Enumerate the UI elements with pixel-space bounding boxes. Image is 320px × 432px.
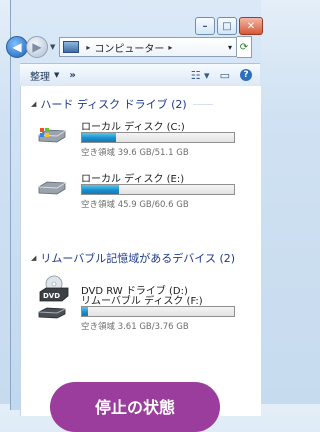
back-arrow-icon[interactable]: ◀ — [6, 36, 28, 58]
chevron-down-icon: ▼ — [54, 71, 60, 79]
removable-disk-icon — [38, 307, 66, 319]
hard-drive-windows-icon — [38, 128, 66, 143]
content-pane: ◢ ハード ディスク ドライブ (2) ローカル ディスク (C:) 空き領域 … — [20, 86, 261, 416]
view-options-icon[interactable]: ☷ ▾ — [191, 69, 210, 82]
help-icon[interactable]: ? — [240, 69, 252, 81]
collapse-triangle-icon[interactable]: ◢ — [31, 254, 36, 262]
usage-fill — [82, 185, 119, 194]
minimize-button[interactable]: – — [195, 17, 215, 35]
drive-name: ローカル ディスク (C:) — [81, 122, 185, 133]
usage-bar — [81, 132, 235, 143]
organize-button[interactable]: 整理 ▼ — [30, 68, 59, 83]
toolbar-right: ☷ ▾ ▭ ? — [191, 69, 252, 82]
drive-item-c[interactable]: ローカル ディスク (C:) 空き領域 39.6 GB/51.1 GB — [37, 118, 257, 158]
preview-pane-icon[interactable]: ▭ — [220, 69, 230, 82]
breadcrumb-separator-icon[interactable]: ▸ — [168, 43, 172, 52]
status-overlay-badge: 停止の状態 — [50, 382, 220, 432]
drive-name: リムーバブル ディスク (F:) — [81, 296, 203, 307]
drive-name: ローカル ディスク (E:) — [81, 174, 185, 185]
more-commands-button[interactable]: » — [69, 70, 75, 81]
maximize-button[interactable]: □ — [217, 17, 237, 35]
command-bar: 整理 ▼ » ☷ ▾ ▭ ? — [20, 63, 260, 87]
usage-bar — [81, 306, 235, 317]
usage-fill — [82, 133, 117, 142]
drive-item-e[interactable]: ローカル ディスク (E:) 空き領域 45.9 GB/60.6 GB — [37, 170, 257, 210]
forward-arrow-icon[interactable]: ▶ — [26, 36, 48, 58]
hard-drive-icon — [38, 181, 66, 195]
group-header-removable[interactable]: ◢ リムーバブル記憶域があるデバイス (2) — [31, 250, 235, 266]
refresh-icon[interactable]: ⟳ — [237, 36, 252, 58]
usage-fill — [82, 307, 89, 316]
title-bar: – □ ✕ — [11, 0, 263, 40]
organize-label: 整理 — [30, 71, 50, 83]
drive-item-f[interactable]: リムーバブル ディスク (F:) 空き領域 3.61 GB/3.76 GB — [37, 292, 257, 332]
address-dropdown-icon[interactable]: ▾ — [228, 43, 232, 52]
group-header-hdd[interactable]: ◢ ハード ディスク ドライブ (2) — [31, 96, 213, 112]
drive-free-space: 空き領域 39.6 GB/51.1 GB — [81, 148, 189, 158]
breadcrumb-computer[interactable]: コンピューター — [94, 40, 164, 55]
drive-free-space: 空き領域 3.61 GB/3.76 GB — [81, 322, 189, 332]
collapse-triangle-icon[interactable]: ◢ — [31, 100, 36, 108]
recent-pages-dropdown-icon[interactable]: ▼ — [50, 43, 55, 51]
computer-icon — [63, 41, 80, 53]
address-bar[interactable]: ▸ コンピューター ▸ ▾ — [59, 37, 237, 57]
navigation-bar: ◀ ▶ ▼ ▸ コンピューター ▸ ▾ ⟳ — [6, 35, 252, 59]
group-label: リムーバブル記憶域があるデバイス (2) — [40, 252, 236, 265]
group-divider — [192, 103, 213, 105]
caption-buttons: – □ ✕ — [193, 17, 263, 35]
breadcrumb-separator-icon[interactable]: ▸ — [86, 43, 90, 52]
drive-free-space: 空き領域 45.9 GB/60.6 GB — [81, 200, 189, 210]
usage-bar — [81, 184, 235, 195]
group-label: ハード ディスク ドライブ (2) — [40, 98, 187, 111]
close-button[interactable]: ✕ — [239, 17, 263, 35]
